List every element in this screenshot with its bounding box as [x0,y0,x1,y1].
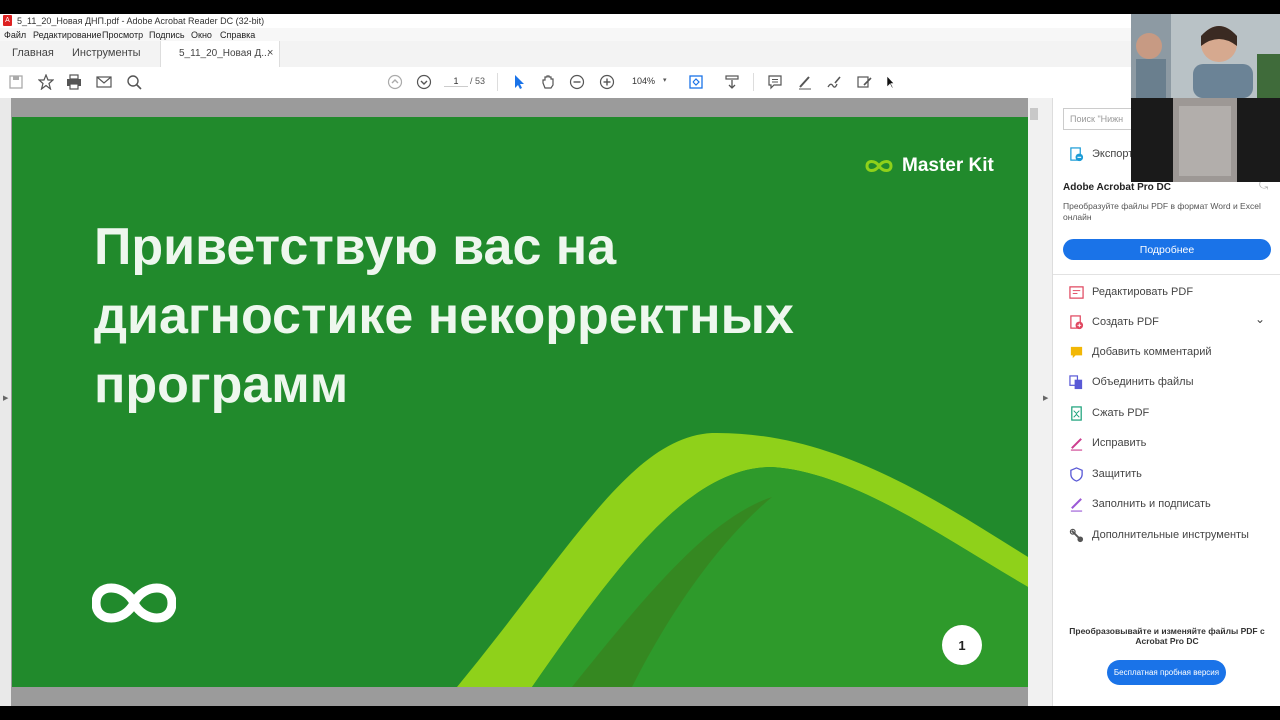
pane-divider [1053,274,1280,275]
free-trial-button[interactable]: Бесплатная пробная версия [1107,660,1226,685]
slide-title: Приветствую вас на диагностике некоррект… [94,213,874,420]
tool-label: Добавить комментарий [1092,346,1212,358]
tool-label: Защитить [1092,468,1142,480]
page-up-icon[interactable] [385,72,405,92]
menu-edit[interactable]: Редактирование [33,30,102,40]
menu-sign[interactable]: Подпись [149,30,185,40]
tab-bar: Главная Инструменты 5_11_20_Новая Д... × [0,41,1280,68]
chevron-down-icon[interactable]: ⌄ [1255,312,1265,326]
toolbar-divider [497,73,498,91]
vertical-scrollbar[interactable] [1028,98,1040,706]
select-cursor-icon[interactable] [509,72,529,92]
more-tools-icon [1069,528,1084,543]
tab-home[interactable]: Главная [12,47,54,59]
tool-label: Создать PDF [1092,316,1159,328]
zoom-dropdown-icon[interactable]: ▾ [663,76,667,84]
tool-more-tools[interactable]: Дополнительные инструменты [1069,524,1249,546]
menu-file[interactable]: Файл [4,30,26,40]
combine-files-icon [1069,374,1084,390]
promo-title: Adobe Acrobat Pro DC [1063,182,1171,193]
expand-left-icon[interactable]: ▶ [3,394,8,402]
fix-pen-icon [1069,436,1084,451]
slide-page-number: 1 [942,625,982,665]
menu-help[interactable]: Справка [220,30,255,40]
tool-label: Дополнительные инструменты [1092,529,1249,541]
menu-view[interactable]: Просмотр [102,30,143,40]
zoom-out-icon[interactable] [567,72,587,92]
page-number-input[interactable]: 1 [444,76,468,87]
mouse-cursor-icon [880,72,900,92]
collapse-right-icon[interactable]: ▶ [1043,394,1048,402]
tab-document[interactable]: 5_11_20_Новая Д... × [160,41,280,67]
tool-combine-files[interactable]: Объединить файлы [1069,371,1194,393]
tool-add-comment[interactable]: Добавить комментарий [1069,341,1211,363]
fit-page-icon[interactable] [686,72,706,92]
comment-icon[interactable] [765,72,785,92]
zoom-level[interactable]: 104% [632,76,655,86]
comment-icon [1069,345,1084,360]
left-panel-toggle[interactable]: ▶ [0,98,11,706]
sign-pen-icon[interactable] [824,72,844,92]
promo-description: Преобразуйте файлы PDF в формат Word и E… [1063,201,1261,222]
edit-pdf-icon [1069,285,1084,300]
menu-bar: Файл Редактирование Просмотр Подпись Окн… [0,28,1280,41]
hand-tool-icon[interactable] [538,72,558,92]
tool-label: Сжать PDF [1092,407,1150,419]
slide-title-line: Приветствую вас на [94,218,617,276]
toolbar-divider [753,73,754,91]
shield-icon [1069,466,1084,482]
tab-close-icon[interactable]: × [267,47,273,59]
right-panel-toggle[interactable]: ▶ [1040,98,1052,706]
webcam-overlay [1131,14,1280,182]
slide-page: Приветствую вас на диагностике некоррект… [12,117,1028,687]
brand-logo: Master Kit [862,155,994,177]
create-pdf-icon [1069,314,1084,330]
tool-edit-pdf[interactable]: Редактировать PDF [1069,281,1193,303]
tab-tools[interactable]: Инструменты [72,47,141,59]
export-pdf-icon [1069,146,1084,162]
tool-fill-sign[interactable]: Заполнить и подписать [1069,493,1211,515]
tool-create-pdf[interactable]: Создать PDF [1069,311,1159,333]
scroll-mode-icon[interactable] [722,72,742,92]
learn-more-button[interactable]: Подробнее [1063,239,1271,260]
print-icon[interactable] [64,72,84,92]
export-pdf-label: Экспорт [1092,148,1134,160]
pdf-file-icon: A [3,15,12,26]
infinity-emblem-icon [92,583,176,623]
window-title: 5_11_20_Новая ДНП.pdf - Adobe Acrobat Re… [17,16,265,26]
page-total: / 53 [470,76,486,86]
tool-protect[interactable]: Защитить [1069,463,1142,485]
slide-title-line: диагностике некорректных [94,287,794,345]
title-bar: A 5_11_20_Новая ДНП.pdf - Adobe Acrobat … [0,14,1280,28]
tool-fix[interactable]: Исправить [1069,432,1146,454]
tab-document-label: 5_11_20_Новая Д... [179,48,270,59]
save-icon[interactable] [6,72,26,92]
menu-window[interactable]: Окно [191,30,212,40]
toolbar: 1 / 53 104% ▾ [0,67,1280,99]
tools-pane: Поиск "Нижн Экспорт Adobe Acrobat Pro DC… [1052,98,1280,706]
webcam-video-feed [1131,14,1280,182]
compress-pdf-icon [1069,405,1084,421]
zoom-in-icon[interactable] [597,72,617,92]
infinity-logo-icon [865,160,893,172]
fill-sign-icon [1069,497,1084,512]
tool-label: Редактировать PDF [1092,286,1194,298]
slide-title-line: программ [94,356,349,414]
bottom-promo-text: Преобразовывайте и изменяйте файлы PDF с… [1069,626,1265,646]
email-icon[interactable] [94,72,114,92]
highlight-pen-icon[interactable] [795,72,815,92]
scrollbar-thumb[interactable] [1030,108,1038,120]
star-icon[interactable] [36,72,56,92]
fill-sign-icon[interactable] [854,72,874,92]
tool-label: Объединить файлы [1092,376,1194,388]
brand-name: Master Kit [902,155,994,176]
tool-compress-pdf[interactable]: Сжать PDF [1069,402,1149,424]
page-down-icon[interactable] [414,72,434,92]
export-pdf-tool[interactable]: Экспорт [1069,143,1133,165]
tool-label: Заполнить и подписать [1092,498,1211,510]
search-icon[interactable] [124,72,144,92]
tool-label: Исправить [1092,437,1147,449]
